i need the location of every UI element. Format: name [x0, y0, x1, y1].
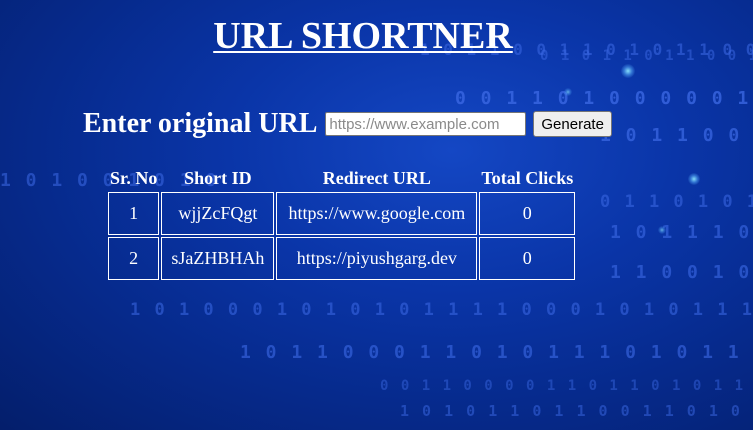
main-content: URL SHORTNER Enter original URL Generate…: [0, 0, 753, 430]
cell-short-id: wjjZcFQgt: [161, 192, 275, 235]
header-sr-no: Sr. No: [110, 168, 158, 188]
table-header-row: Sr. No Short ID Redirect URL Total Click…: [108, 167, 575, 190]
cell-short-id: sJaZHBHAh: [161, 237, 275, 280]
cell-sr-no: 2: [108, 237, 160, 280]
cell-redirect-url: https://www.google.com: [276, 192, 478, 235]
original-url-input[interactable]: [325, 112, 527, 136]
header-redirect-url: Redirect URL: [322, 168, 431, 188]
cell-redirect-url: https://piyushgarg.dev: [276, 237, 478, 280]
cell-sr-no: 1: [108, 192, 160, 235]
table-row: 1 wjjZcFQgt https://www.google.com 0: [108, 192, 576, 235]
header-total-clicks: Total Clicks: [481, 168, 574, 188]
page-title: URL SHORTNER: [213, 15, 513, 57]
generate-button[interactable]: Generate: [533, 111, 612, 137]
cell-total-clicks: 0: [479, 237, 576, 280]
table-row: 2 sJaZHBHAh https://piyushgarg.dev 0: [108, 237, 576, 280]
urls-table: Sr. No Short ID Redirect URL Total Click…: [106, 165, 577, 282]
url-form: Enter original URL Generate: [83, 108, 612, 140]
url-input-label: Enter original URL: [83, 108, 318, 139]
cell-total-clicks: 0: [479, 192, 576, 235]
header-short-id: Short ID: [184, 168, 252, 188]
